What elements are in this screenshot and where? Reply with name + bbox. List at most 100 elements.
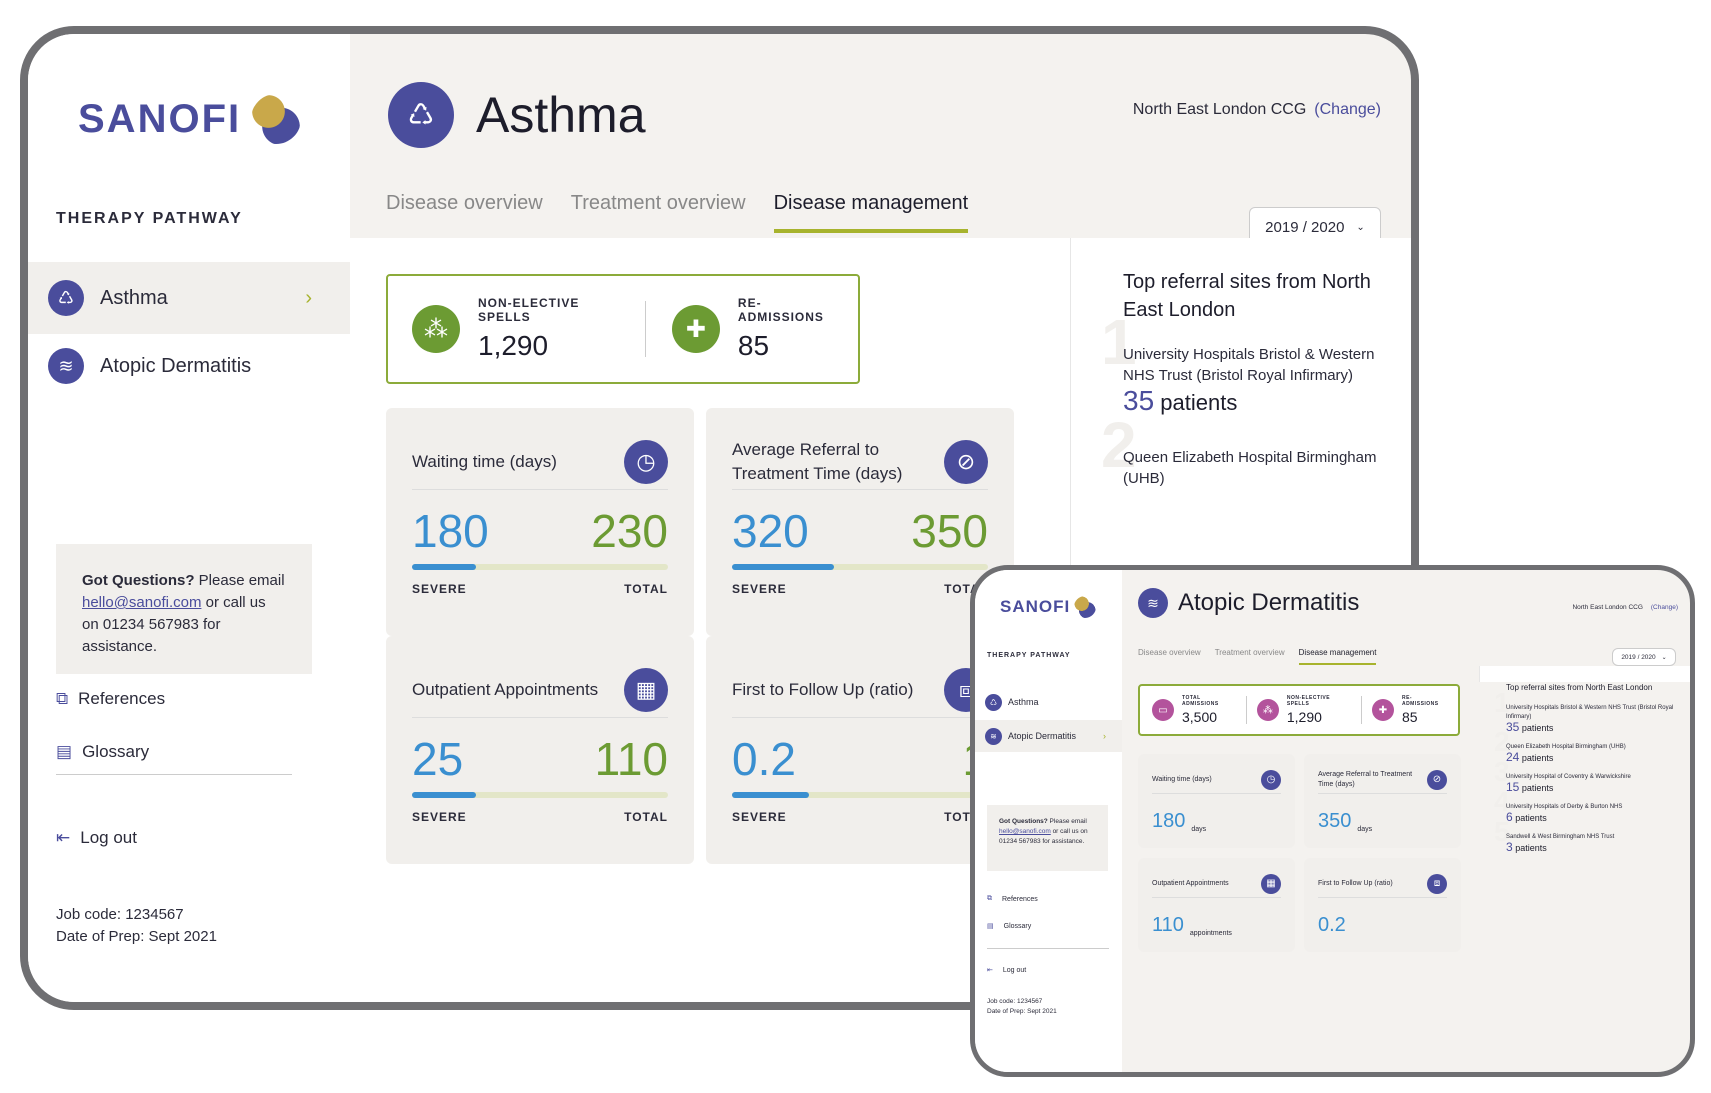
sidebar-item-atopic-dermatitis[interactable]: ≋ Atopic Dermatitis › [975,720,1122,752]
total-value: 230 [591,505,668,557]
card-referral-time: Average Referral to Treatment Time (days… [1304,754,1461,848]
card-unit: appointments [1189,930,1232,937]
questions-box: Got Questions? Please email hello@sanofi… [987,805,1108,871]
references-label: References [78,689,166,708]
tab-disease-management[interactable]: Disease management [773,192,969,233]
chevron-down-icon: ⌄ [1661,654,1667,661]
sanofi-logo[interactable]: SANOFI [78,94,302,144]
kpi-label: RE-ADMISSIONS [1401,695,1439,707]
kpi-total-admissions: ▭ TOTAL ADMISSIONS 3,500 [1152,695,1236,725]
card-follow-up: First to Follow Up (ratio) ⧈ 0.2 [1304,858,1461,952]
progress-fill [412,564,476,570]
card-outpatient: Outpatient Appointments ▦ 110 appointments [1138,858,1295,952]
chevron-right-icon: › [1103,731,1106,741]
site-name: University Hospitals Bristol & Western N… [1123,346,1375,384]
glossary-icon: ▤ [56,742,73,761]
chart-icon: ⧈ [1427,873,1447,894]
page-title-text: Atopic Dermatitis [1178,589,1360,616]
email-link[interactable]: hello@sanofi.com [82,594,201,611]
tab-treatment-overview[interactable]: Treatment overview [571,192,746,233]
logout-icon: ⇤ [56,828,71,847]
divider [56,774,292,775]
site-name: Queen Elizabeth Hospital Birmingham (UHB… [1123,449,1377,487]
logo-text: SANOFI [78,96,242,141]
questions-heading: Got Questions? [82,572,195,589]
kpi-box: ▭ TOTAL ADMISSIONS 3,500 ⁂ NON-ELECTIVE S… [1138,684,1460,736]
tab-bar: Disease overview Treatment overview Dise… [1138,648,1390,665]
sidebar-item-asthma[interactable]: ♺ Asthma [975,686,1122,718]
date-of-prep: Date of Prep: Sept 2021 [987,1008,1057,1015]
referral-site: 5 Sandwell & West Birmingham NHS Trust 3… [1494,818,1678,854]
card-title: Average Referral to Treatment Time (days… [732,439,903,483]
kpi-value: 85 [737,330,770,361]
card-title: Outpatient Appointments [412,679,599,699]
referral-title: Top referral sites from North East Londo… [1123,271,1371,321]
total-value: 350 [911,505,988,557]
job-code: Job code: 1234567 [56,906,184,923]
patient-unit: patients [1160,390,1238,415]
patient-unit: patients [1521,783,1554,793]
clock-icon: ◷ [624,439,668,484]
pill-icon: ⊘ [944,439,988,484]
sidebar: SANOFI THERAPY PATHWAY ♺ Asthma › ≋ Atop… [28,34,350,1002]
kpi-label: TOTAL ADMISSIONS [1182,695,1219,707]
change-ccg-link[interactable]: (Change) [1314,101,1381,118]
severe-label: SEVERE [412,582,467,596]
severe-label: SEVERE [732,810,787,824]
kpi-value: 85 [1401,709,1418,725]
progress-fill [412,792,476,798]
glossary-link[interactable]: ▤ Glossary [56,742,149,762]
tab-disease-overview[interactable]: Disease overview [386,192,543,233]
patient-unit: patients [1521,723,1554,733]
page-title: ♺ Asthma [388,82,646,148]
referral-site: 2 Queen Elizabeth Hospital Birmingham (U… [1101,413,1391,489]
severe-value: 0.2 [732,733,796,785]
divider [987,948,1109,949]
card-waiting-time: Waiting time (days) ◷ 180 230 SEVERE TOTAL [386,408,694,636]
card-referral-time: Average Referral to Treatment Time (days… [706,408,1014,636]
email-link[interactable]: hello@sanofi.com [999,828,1051,835]
year-select[interactable]: 2019 / 2020 ⌄ [1612,648,1676,666]
card-outpatient: Outpatient Appointments ▦ 25 110 SEVERE TOT… [386,636,694,864]
lungs-icon: ♺ [985,693,1002,711]
year-value: 2019 / 2020 [1621,653,1656,661]
kpi-readmissions: ✚ RE-ADMISSIONS 85 [671,296,834,362]
logout-link[interactable]: ⇤ Log out [56,828,137,848]
referral-site: 2 Queen Elizabeth Hospital Birmingham (U… [1494,728,1678,764]
progress-fill [732,792,809,798]
sidebar: SANOFI THERAPY PATHWAY ♺ Asthma ≋ Atopic… [975,570,1122,1072]
references-label: References [1002,895,1038,903]
referral-site: 4 University Hospitals of Derby & Burton… [1494,788,1678,824]
sidebar-item-atopic-dermatitis[interactable]: ≋ Atopic Dermatitis [28,330,350,402]
change-ccg-link[interactable]: (Change) [1651,604,1678,611]
references-link[interactable]: ⧉ References [56,689,165,709]
kpi-value: 3,500 [1182,709,1218,725]
progress-bar [412,792,668,798]
bed-icon: ▭ [1152,699,1174,721]
logout-icon: ⇤ [987,967,993,974]
references-link[interactable]: ⧉ References [987,895,1038,903]
tab-disease-overview[interactable]: Disease overview [1138,648,1201,665]
site-name: University Hospital of Coventry & Warwic… [1506,774,1631,780]
progress-bar [732,792,988,798]
sanofi-logo[interactable]: SANOFI [1000,596,1097,618]
kpi-value: 1,290 [1286,709,1322,725]
patient-unit: patients [1515,843,1547,853]
page-title: ≋ Atopic Dermatitis [1138,588,1359,618]
lungs-icon: ♺ [388,82,454,148]
card-value: 350 [1318,810,1352,832]
glossary-icon: ▤ [987,923,994,930]
card-unit: days [1191,826,1207,833]
clock-icon: ◷ [1261,769,1281,790]
kpi-non-elective: ⁂ NON-ELECTIVE SPELLS 1,290 [412,296,619,362]
sidebar-item-asthma[interactable]: ♺ Asthma › [28,262,350,334]
ccg-name: North East London CCG [1572,604,1643,611]
tab-disease-management[interactable]: Disease management [1298,648,1377,665]
logout-link[interactable]: ⇤ Log out [987,966,1026,975]
site-name: University Hospitals of Derby & Burton N… [1506,804,1623,810]
card-title: Waiting time (days) [412,451,557,471]
tab-treatment-overview[interactable]: Treatment overview [1215,648,1285,665]
job-info: Job code: 1234567 Date of Prep: Sept 202… [56,904,217,948]
glossary-link[interactable]: ▤ Glossary [987,922,1031,931]
card-title: Outpatient Appointments [1152,879,1229,887]
